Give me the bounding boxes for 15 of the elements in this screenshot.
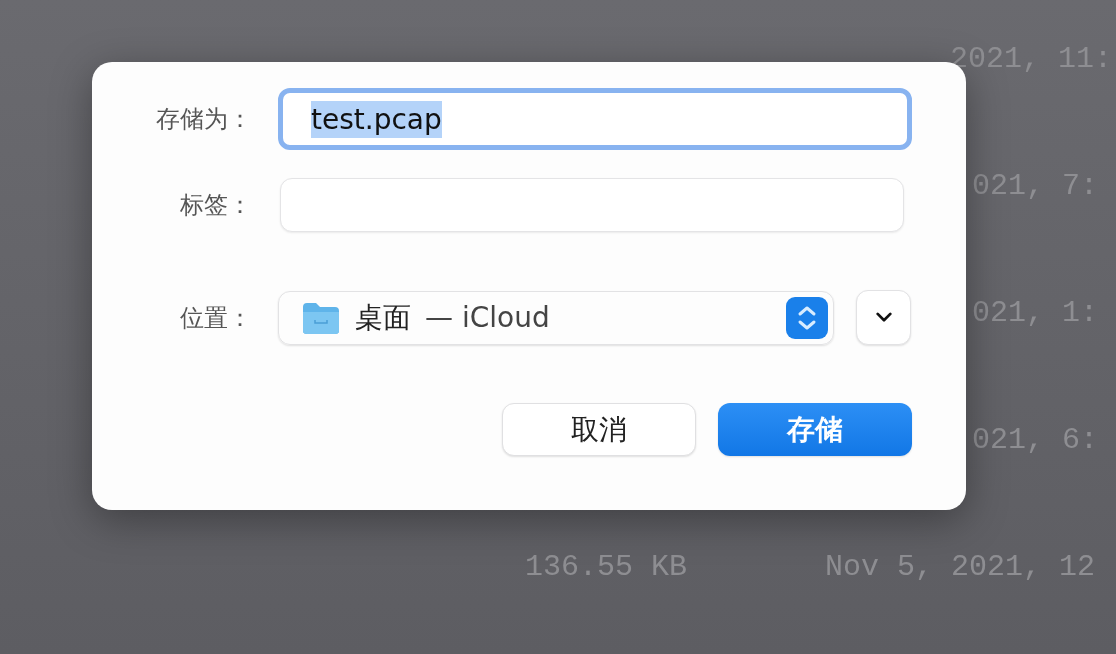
field-label: 标签：: [179, 190, 252, 221]
folder-icon: [301, 300, 341, 335]
location-popup[interactable]: 桌面 — iCloud: [278, 290, 834, 345]
folder-name: 桌面: [355, 299, 411, 336]
stepper-icon: [786, 296, 828, 339]
filename-text: test.pcap: [311, 100, 442, 138]
cancel-button[interactable]: 取消: [502, 403, 696, 456]
field-label: 存储为：: [155, 104, 252, 135]
field-label: 位置：: [179, 302, 252, 334]
save-button[interactable]: 存储: [718, 403, 912, 456]
expand-button[interactable]: [856, 290, 911, 345]
location-source: — iCloud: [425, 301, 550, 334]
chevron-down-icon: [874, 312, 893, 323]
tags-field[interactable]: [280, 178, 904, 232]
filename-field[interactable]: test.pcap: [278, 88, 912, 150]
